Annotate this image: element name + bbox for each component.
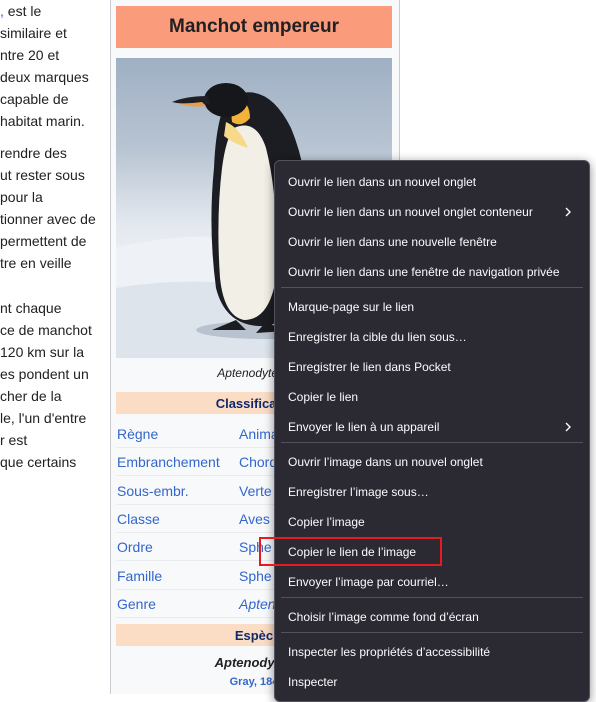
article-line: deux marques <box>0 66 89 88</box>
article-line-text: pour la <box>0 189 43 205</box>
menu-separator <box>281 287 583 288</box>
article-line: , est le <box>0 0 41 22</box>
menu-item-label: Ouvrir le lien dans une fenêtre de navig… <box>288 265 560 279</box>
context-menu-item[interactable]: Inspecter les propriétés d’accessibilité <box>275 637 589 667</box>
taxonomy-value-link[interactable]: Anima <box>239 426 279 442</box>
highlight-annotation-box <box>259 537 442 566</box>
menu-item-label: Envoyer le lien à un appareil <box>288 420 440 434</box>
menu-separator <box>281 632 583 633</box>
article-line-text: deux marques <box>0 69 89 85</box>
taxonomy-label-link[interactable]: Famille <box>117 568 162 584</box>
menu-item-label: Inspecter <box>288 675 338 689</box>
article-line: 120 km sur la <box>0 341 84 363</box>
article-line-text: le, l'un d'entre <box>0 410 87 426</box>
article-line-text: ntre 20 et <box>0 47 60 63</box>
article-line: rendre des <box>0 142 67 164</box>
article-line: permettent de <box>0 230 86 252</box>
menu-item-label: Ouvrir le lien dans un nouvel onglet con… <box>288 205 533 219</box>
menu-item-label: Copier l’image <box>288 515 365 529</box>
context-menu-item[interactable]: Ouvrir le lien dans une fenêtre de navig… <box>275 257 589 287</box>
context-menu-item[interactable]: Enregistrer la cible du lien sous… <box>275 322 589 352</box>
submenu-arrow-icon <box>565 422 571 432</box>
context-menu-item[interactable]: Copier l’image <box>275 507 589 537</box>
menu-item-label: Ouvrir le lien dans un nouvel onglet <box>288 175 477 189</box>
context-menu-item[interactable]: Ouvrir le lien dans un nouvel onglet con… <box>275 197 589 227</box>
context-menu-item[interactable]: Enregistrer l’image sous… <box>275 477 589 507</box>
taxonomy-label-link[interactable]: Genre <box>117 596 156 612</box>
context-menu-item[interactable]: Copier le lien <box>275 382 589 412</box>
article-line: es pondent un <box>0 363 89 385</box>
context-menu: Ouvrir le lien dans un nouvel onglet Ouvr… <box>259 160 590 702</box>
menu-item-label: Inspecter les propriétés d’accessibilité <box>288 645 491 659</box>
taxonomy-value-link[interactable]: Chord <box>239 454 277 470</box>
menu-item-label: Ouvrir le lien dans une nouvelle fenêtre <box>288 235 497 249</box>
article-line: nt chaque <box>0 297 62 319</box>
article-line: que certains <box>0 451 76 473</box>
context-menu-item[interactable]: Marque-page sur le lien <box>275 292 589 322</box>
infobox-title: Manchot empereur <box>116 6 392 48</box>
taxonomy-value-link[interactable]: Sphe <box>239 568 272 584</box>
menu-item-label: Envoyer l’image par courriel… <box>288 575 449 589</box>
taxonomy-label-link[interactable]: Embranchement <box>117 454 220 470</box>
context-menu-item[interactable]: Ouvrir l’image dans un nouvel onglet <box>275 447 589 477</box>
article-line-text: ce de manchot <box>0 322 92 338</box>
article-line: ntre 20 et <box>0 44 59 66</box>
article-line: cher de la <box>0 385 61 407</box>
article-line-text: permettent de <box>0 233 87 249</box>
menu-separator <box>281 442 583 443</box>
context-menu-item[interactable]: Ouvrir le lien dans une nouvelle fenêtre <box>275 227 589 257</box>
context-menu-item[interactable]: Inspecter <box>275 667 589 697</box>
article-line-text: cher de la <box>0 388 62 404</box>
taxonomy-label-link[interactable]: Règne <box>117 426 158 442</box>
article-line: r est <box>0 429 27 451</box>
article-text-column: , est le similaire et ntre 20 et deux marqu… <box>0 0 110 694</box>
article-line-text: capable de <box>0 91 69 107</box>
article-line-text: que certains <box>0 454 77 470</box>
menu-item-label: Marque-page sur le lien <box>288 300 415 314</box>
context-menu-item[interactable]: Choisir l’image comme fond d’écran <box>275 602 589 632</box>
taxonomy-value-link[interactable]: Apten <box>239 596 276 612</box>
article-line-text: tionner avec de <box>0 211 96 227</box>
article-line: ut rester sous <box>0 164 85 186</box>
article-line-text: habitat marin. <box>0 113 85 129</box>
article-line-text: est le <box>3 3 42 19</box>
menu-item-label: Enregistrer le lien dans Pocket <box>288 360 451 374</box>
article-line-text: es pondent un <box>0 366 89 382</box>
menu-item-label: Enregistrer la cible du lien sous… <box>288 330 467 344</box>
menu-separator <box>281 597 583 598</box>
taxonomy-label-link[interactable]: Ordre <box>117 539 153 555</box>
menu-item-label: Enregistrer l’image sous… <box>288 485 429 499</box>
context-menu-item[interactable]: Copier le lien de l’image <box>259 537 589 567</box>
article-line: similaire et <box>0 22 67 44</box>
taxonomy-label-link[interactable]: Sous-embr. <box>117 483 189 499</box>
article-line: capable de <box>0 88 69 110</box>
context-menu-item[interactable]: Envoyer le lien à un appareil <box>275 412 589 442</box>
context-menu-item[interactable]: Enregistrer le lien dans Pocket <box>275 352 589 382</box>
article-line: tre en veille <box>0 252 72 274</box>
menu-item-label: Copier le lien <box>288 390 359 404</box>
article-line-text: 120 km sur la <box>0 344 85 360</box>
article-line-text: tre en veille <box>0 255 72 271</box>
taxonomy-value-link[interactable]: Aves <box>239 511 270 527</box>
article-line-text: r est <box>0 432 28 448</box>
article-line-text: similaire et <box>0 25 67 41</box>
article-line-text: ut rester sous <box>0 167 85 183</box>
article-line: pour la <box>0 186 43 208</box>
submenu-arrow-icon <box>565 207 571 217</box>
article-line: habitat marin. <box>0 110 85 132</box>
context-menu-item[interactable]: Envoyer l’image par courriel… <box>275 567 589 597</box>
article-line-text: rendre des <box>0 145 67 161</box>
article-line: ce de manchot <box>0 319 92 341</box>
menu-item-label: Ouvrir l’image dans un nouvel onglet <box>288 455 483 469</box>
context-menu-item[interactable]: Ouvrir le lien dans un nouvel onglet <box>275 167 589 197</box>
article-line: le, l'un d'entre <box>0 407 86 429</box>
taxonomy-label-link[interactable]: Classe <box>117 511 160 527</box>
menu-item-label: Choisir l’image comme fond d’écran <box>288 610 479 624</box>
article-line-text: nt chaque <box>0 300 62 316</box>
taxonomy-value-link[interactable]: Verte <box>239 483 272 499</box>
article-line: tionner avec de <box>0 208 96 230</box>
